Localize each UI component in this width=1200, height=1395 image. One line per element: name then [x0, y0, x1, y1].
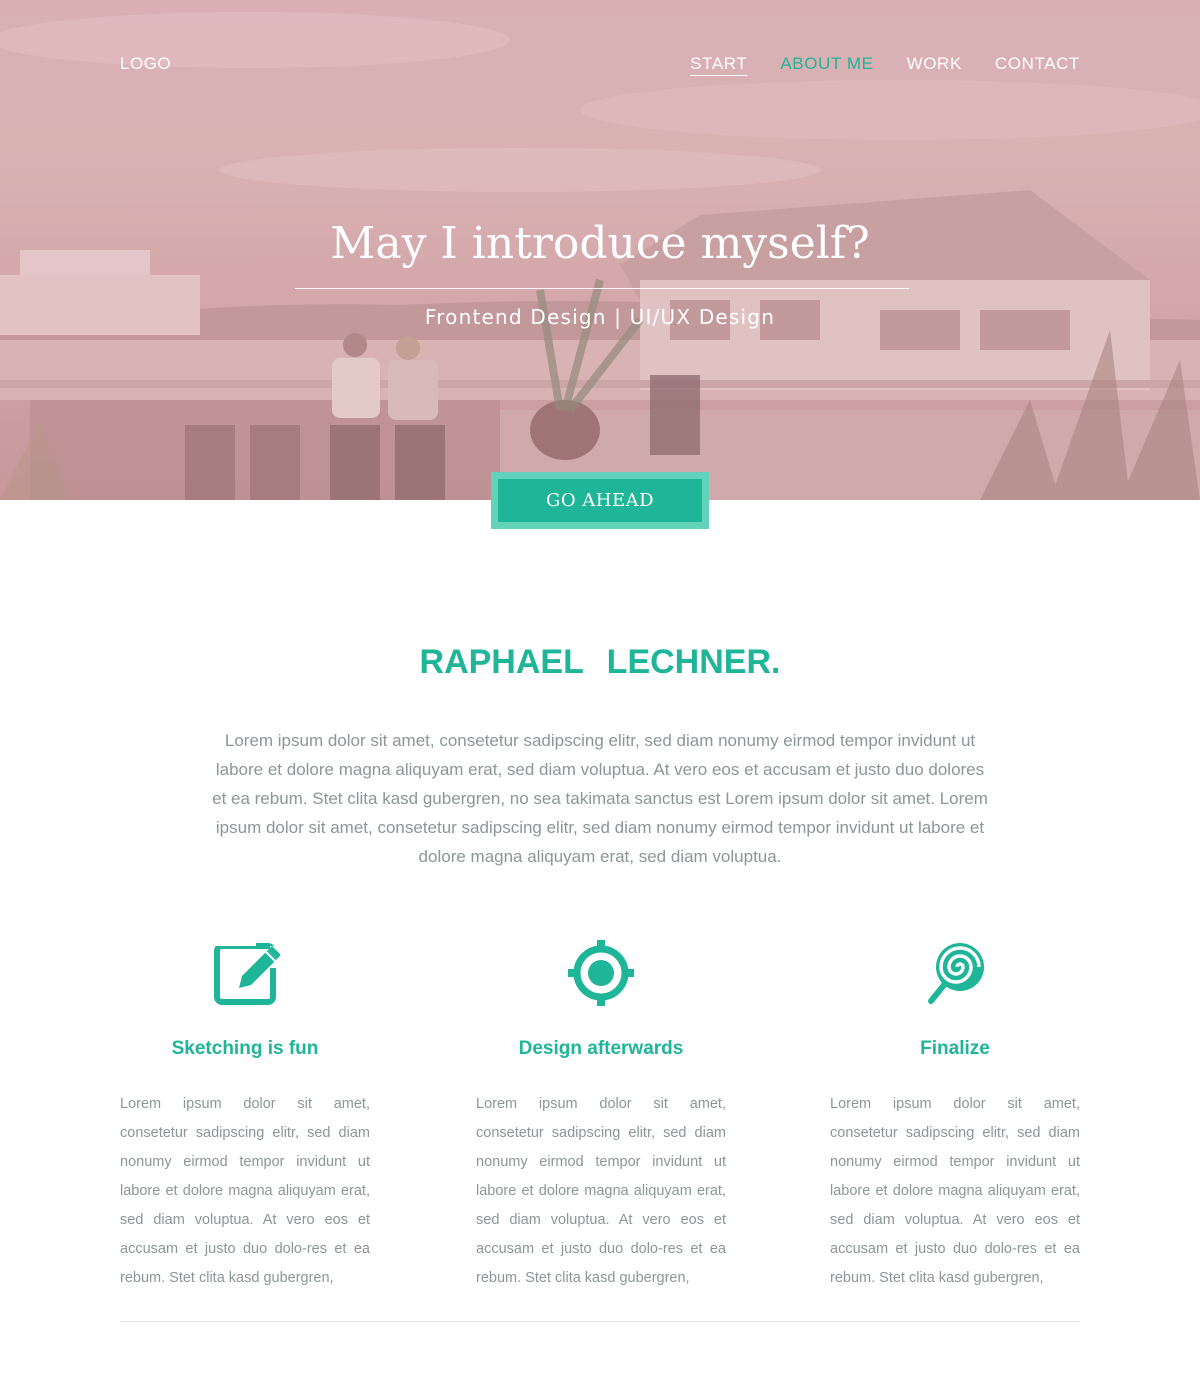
go-ahead-button[interactable]: GO AHEAD [498, 479, 702, 522]
edit-icon [214, 942, 280, 1005]
hero-section: LOGO START ABOUT ME WORK CONTACT May I i… [0, 0, 1200, 500]
feature-title: Design afterwards [518, 1038, 684, 1059]
nav-item-start[interactable]: START [690, 54, 747, 74]
feature-finalize: Finalize Lorem ipsum dolor sit amet, con… [830, 938, 1080, 1293]
lollipop-icon [928, 943, 984, 1004]
feature-text: Lorem ipsum dolor sit amet, consetetur s… [120, 1096, 370, 1286]
feature-title: Finalize [920, 1038, 990, 1059]
cta-button-frame: GO AHEAD [491, 472, 709, 529]
feature-text: Lorem ipsum dolor sit amet, consetetur s… [476, 1096, 726, 1286]
about-name-heading: RAPHAEL LECHNER. [419, 643, 781, 681]
about-intro-text: Lorem ipsum dolor sit amet, consetetur s… [212, 731, 988, 866]
nav-item-work[interactable]: WORK [907, 54, 962, 74]
hero-divider [295, 288, 909, 289]
feature-title: Sketching is fun [171, 1038, 319, 1059]
feature-text: Lorem ipsum dolor sit amet, consetetur s… [830, 1096, 1080, 1286]
nav-item-about-me[interactable]: ABOUT ME [780, 54, 873, 74]
feature-sketching: Sketching is fun Lorem ipsum dolor sit a… [120, 938, 370, 1293]
logo[interactable]: LOGO [120, 54, 171, 74]
feature-design: Design afterwards Lorem ipsum dolor sit … [476, 938, 726, 1293]
hero-title: May I introduce myself? [330, 218, 870, 269]
section-divider [120, 1321, 1080, 1322]
hero-subtitle: Frontend Design | UI/UX Design [424, 305, 776, 329]
target-icon [568, 940, 634, 1006]
main-nav: START ABOUT ME WORK CONTACT [690, 54, 1080, 74]
nav-item-contact[interactable]: CONTACT [995, 54, 1080, 74]
